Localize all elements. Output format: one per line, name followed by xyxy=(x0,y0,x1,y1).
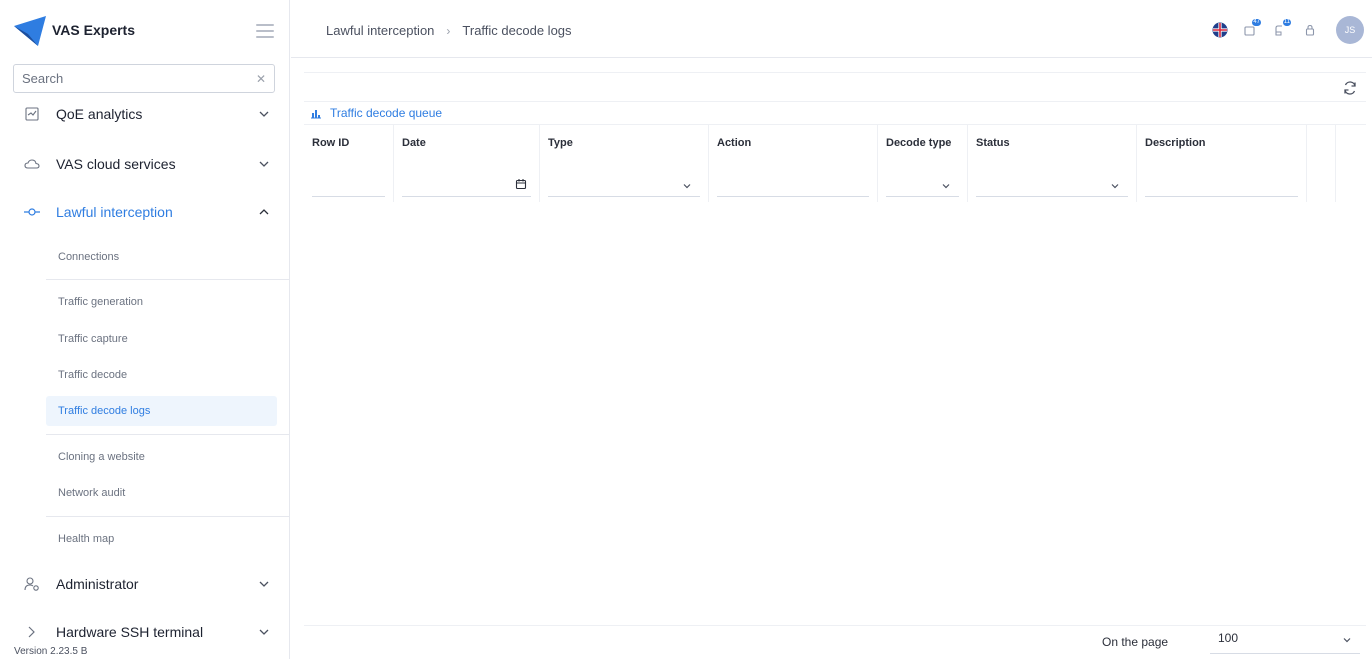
chevron-right-icon: › xyxy=(446,23,451,38)
filter-input[interactable] xyxy=(312,175,385,195)
sidebar-subitem-health-map[interactable]: Health map xyxy=(46,524,277,554)
tasks-badge: 11 xyxy=(1282,19,1291,26)
language-flag-icon[interactable] xyxy=(1208,18,1232,42)
table-footer: On the page 100 xyxy=(304,625,1366,659)
column-header[interactable]: Decode type xyxy=(886,137,951,149)
column-type: Type xyxy=(540,125,709,202)
filter-decode-type-select[interactable] xyxy=(886,175,959,197)
refresh-icon[interactable] xyxy=(1342,80,1358,96)
column-row-id: Row ID xyxy=(304,125,394,202)
column-header[interactable]: Row ID xyxy=(312,137,349,149)
column-status: Status xyxy=(968,125,1137,202)
chevron-down-icon xyxy=(257,577,271,591)
column-description: Description xyxy=(1137,125,1307,202)
column-header[interactable]: Type xyxy=(548,137,573,149)
sidebar-item-label: Hardware SSH terminal xyxy=(56,624,204,640)
filter-date[interactable] xyxy=(402,175,531,197)
top-header: Lawful interception › Traffic decode log… xyxy=(291,0,1372,58)
column-header[interactable]: Date xyxy=(402,137,426,149)
filter-description[interactable] xyxy=(1145,175,1298,197)
filter-action[interactable] xyxy=(717,175,869,197)
chart-box-icon xyxy=(24,106,40,122)
sidebar-item-label: Administrator xyxy=(56,576,139,592)
divider xyxy=(46,434,290,435)
terminal-icon xyxy=(24,624,40,640)
sidebar-subitem-network-audit[interactable]: Network audit xyxy=(46,478,277,508)
chevron-down-icon xyxy=(1343,638,1351,643)
clear-icon[interactable]: ✕ xyxy=(256,72,266,86)
divider xyxy=(46,516,290,517)
sidebar-subitem-connections[interactable]: Connections xyxy=(46,242,277,272)
tab-label: Traffic decode queue xyxy=(330,106,443,120)
sidebar-item-administrator[interactable]: Administrator xyxy=(0,568,290,600)
sidebar-search[interactable]: ✕ xyxy=(13,64,275,93)
column-header[interactable]: Status xyxy=(976,137,1010,149)
sidebar-item-label: VAS cloud services xyxy=(56,156,176,172)
breadcrumb-item-current: Traffic decode logs xyxy=(462,23,572,38)
sidebar-item-lawful-interception[interactable]: Lawful interception xyxy=(0,196,290,228)
filter-row-id[interactable] xyxy=(312,175,385,197)
sidebar-subitem-traffic-decode[interactable]: Traffic decode xyxy=(46,360,277,390)
user-avatar[interactable]: JS xyxy=(1336,16,1364,44)
app-version: Version 2.23.5 B xyxy=(14,646,88,657)
sidebar: VAS Experts ✕ QoE analytics VAS cloud se… xyxy=(0,0,290,659)
lock-icon[interactable] xyxy=(1298,18,1322,42)
page-size-select[interactable]: 100 xyxy=(1210,626,1360,654)
filter-status-select[interactable] xyxy=(976,175,1128,197)
column-date: Date xyxy=(394,125,540,202)
search-input[interactable] xyxy=(22,71,256,86)
brand-name: VAS Experts xyxy=(52,22,135,38)
chevron-down-icon xyxy=(683,184,691,189)
chevron-down-icon xyxy=(942,184,950,189)
vas-experts-logo xyxy=(14,16,46,46)
admin-user-icon xyxy=(24,576,40,592)
sidebar-item-label: QoE analytics xyxy=(56,106,143,122)
notifications-badge: 47 xyxy=(1252,19,1261,26)
filter-input[interactable] xyxy=(717,175,869,195)
sidebar-item-qoe-analytics[interactable]: QoE analytics xyxy=(0,98,290,130)
column-header[interactable]: Description xyxy=(1145,137,1206,149)
table-toolbar xyxy=(304,72,1366,102)
breadcrumb: Lawful interception › Traffic decode log… xyxy=(326,23,572,38)
cloud-icon xyxy=(24,156,40,172)
filter-type-select[interactable] xyxy=(548,175,700,197)
sidebar-subitem-cloning-a-website[interactable]: Cloning a website xyxy=(46,442,277,472)
chevron-down-icon xyxy=(257,157,271,171)
node-icon xyxy=(24,204,40,220)
column-actions-spacer xyxy=(1307,125,1336,202)
sidebar-item-label: Lawful interception xyxy=(56,204,173,220)
bar-chart-icon xyxy=(310,107,322,119)
column-decode-type: Decode type xyxy=(878,125,968,202)
breadcrumb-item[interactable]: Lawful interception xyxy=(326,23,434,38)
column-action: Action xyxy=(709,125,878,202)
page-size-value: 100 xyxy=(1218,631,1239,645)
column-header[interactable]: Action xyxy=(717,137,751,149)
sidebar-subitem-traffic-capture[interactable]: Traffic capture xyxy=(46,324,277,354)
filter-input[interactable] xyxy=(1145,175,1298,195)
calendar-icon[interactable] xyxy=(515,178,527,190)
tasks-icon[interactable]: 11 xyxy=(1268,18,1292,42)
chevron-down-icon xyxy=(1111,184,1119,189)
chevron-down-icon xyxy=(257,107,271,121)
sidebar-item-hardware-ssh-terminal[interactable]: Hardware SSH terminal xyxy=(0,616,290,648)
sidebar-subitem-traffic-decode-logs[interactable]: Traffic decode logs xyxy=(46,396,277,426)
tab-traffic-decode-queue[interactable]: Traffic decode queue xyxy=(310,104,442,122)
notifications-icon[interactable]: 47 xyxy=(1238,18,1262,42)
chevron-up-icon xyxy=(257,205,271,219)
table-header: Row ID Date Type Action Decode type Stat… xyxy=(304,125,1366,202)
page-size-label: On the page xyxy=(1102,635,1169,649)
chevron-down-icon xyxy=(257,625,271,639)
menu-toggle-icon[interactable] xyxy=(256,24,274,38)
sidebar-subitem-traffic-generation[interactable]: Traffic generation xyxy=(46,287,277,317)
header-actions: 47 11 JS xyxy=(1202,16,1372,44)
divider xyxy=(46,279,290,280)
sidebar-item-vas-cloud-services[interactable]: VAS cloud services xyxy=(0,148,290,180)
brand[interactable]: VAS Experts xyxy=(12,10,135,50)
